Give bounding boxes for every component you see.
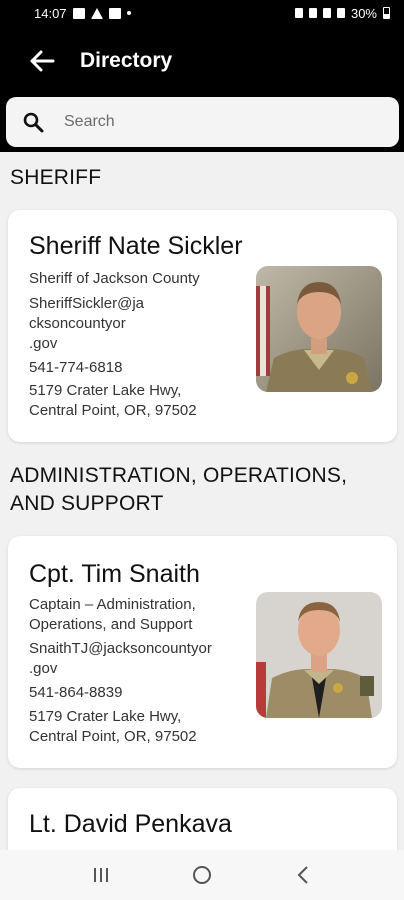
contact-address-line: 5179 Crater Lake Hwy, bbox=[29, 382, 182, 399]
recents-icon bbox=[93, 868, 108, 882]
system-back-button[interactable] bbox=[283, 855, 323, 895]
contact-card-snaith[interactable]: Cpt. Tim Snaith Captain – Administration… bbox=[8, 536, 397, 768]
back-button[interactable] bbox=[12, 31, 72, 91]
signal-icon bbox=[336, 8, 345, 18]
contact-photo bbox=[256, 592, 382, 718]
section-header-line: SHERIFF bbox=[10, 166, 102, 189]
contact-name: Sheriff Nate Sickler bbox=[29, 232, 243, 260]
contact-title: Sheriff of Jackson County bbox=[29, 270, 200, 287]
contact-email-line: .gov bbox=[29, 660, 58, 677]
battery-icon bbox=[383, 7, 390, 19]
contact-address[interactable]: 5179 Crater Lake Hwy, Central Point, OR,… bbox=[29, 707, 197, 747]
contact-email-line: SnaithTJ@jacksoncountyor bbox=[29, 640, 212, 657]
wifi-icon bbox=[322, 8, 331, 18]
section-header-administration: ADMINISTRATION, OPERATIONS, AND SUPPORT bbox=[10, 462, 347, 518]
check-notification-icon bbox=[108, 7, 121, 19]
contact-name: Lt. David Penkava bbox=[29, 810, 232, 838]
contact-name: Cpt. Tim Snaith bbox=[29, 560, 200, 588]
recents-button[interactable] bbox=[81, 855, 121, 895]
section-header-sheriff: SHERIFF bbox=[10, 164, 101, 192]
contact-address-line: Central Point, OR, 97502 bbox=[29, 402, 197, 419]
section-header-line: AND SUPPORT bbox=[10, 492, 164, 515]
contact-address-line: 5179 Crater Lake Hwy, bbox=[29, 708, 182, 725]
alert-notification-icon bbox=[90, 7, 103, 19]
contact-email-line: .gov bbox=[29, 335, 58, 352]
contact-phone[interactable]: 541-774-6818 bbox=[29, 358, 122, 378]
status-bar: 14:07 30% bbox=[0, 0, 404, 26]
contact-title-line: Operations, and Support bbox=[29, 616, 193, 633]
contact-email[interactable]: SheriffSickler@ja cksoncountyor .gov bbox=[29, 294, 144, 354]
status-left: 14:07 bbox=[34, 6, 131, 21]
status-time: 14:07 bbox=[34, 5, 67, 21]
search-icon bbox=[20, 109, 46, 135]
search-input[interactable] bbox=[64, 113, 364, 131]
battery-percent: 30% bbox=[350, 5, 377, 21]
mute-icon bbox=[294, 8, 303, 18]
image-notification-icon bbox=[72, 7, 85, 19]
contact-title: Captain – Administration, Operations, an… bbox=[29, 595, 196, 635]
home-icon bbox=[192, 866, 211, 884]
contact-phone[interactable]: 541-864-8839 bbox=[29, 683, 122, 703]
page-title: Directory bbox=[80, 49, 173, 72]
contact-address-line: Central Point, OR, 97502 bbox=[29, 728, 197, 745]
contact-email[interactable]: SnaithTJ@jacksoncountyor .gov bbox=[29, 639, 212, 679]
contact-email-line: SheriffSickler@ja bbox=[29, 295, 144, 312]
app-bar: Directory bbox=[0, 26, 404, 96]
contact-email-line: cksoncountyor bbox=[29, 315, 126, 332]
contact-card-sickler[interactable]: Sheriff Nate Sickler Sheriff of Jackson … bbox=[8, 210, 397, 442]
section-header-line: ADMINISTRATION, OPERATIONS, bbox=[10, 464, 348, 487]
contact-photo bbox=[256, 266, 382, 392]
system-nav-bar bbox=[0, 850, 404, 900]
back-icon bbox=[297, 866, 309, 884]
contact-title-line: Captain – Administration, bbox=[29, 596, 196, 613]
search-area bbox=[0, 96, 404, 152]
search-box[interactable] bbox=[6, 97, 399, 147]
contact-address[interactable]: 5179 Crater Lake Hwy, Central Point, OR,… bbox=[29, 381, 197, 421]
contact-card-penkava[interactable]: Lt. David Penkava bbox=[8, 788, 397, 850]
home-button[interactable] bbox=[182, 855, 222, 895]
more-notifications-icon bbox=[126, 11, 131, 15]
status-right: 30% bbox=[294, 5, 390, 21]
arrow-left-icon bbox=[30, 50, 55, 72]
location-icon bbox=[308, 8, 317, 18]
directory-list[interactable]: SHERIFF Sheriff Nate Sickler Sheriff of … bbox=[0, 152, 404, 850]
